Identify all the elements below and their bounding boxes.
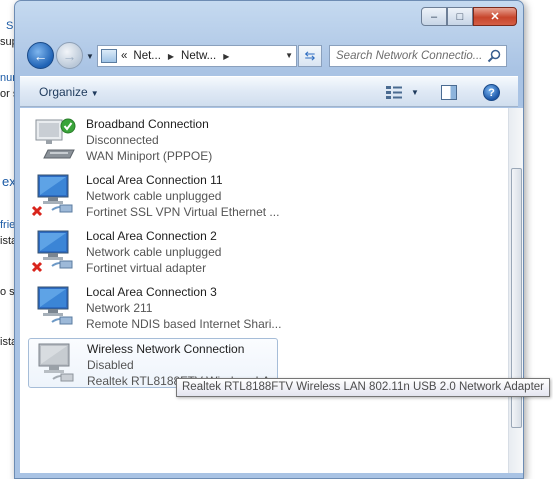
breadcrumb-network[interactable]: Net...	[133, 50, 160, 62]
network-adapter-icon	[37, 286, 73, 325]
connection-item-local-area-3[interactable]: Local Area Connection 3 Network 211 Remo…	[28, 282, 282, 332]
refresh-button[interactable]: ⇆	[298, 45, 322, 67]
connection-device: Fortinet virtual adapter	[86, 261, 207, 275]
network-adapter-icon	[31, 174, 73, 217]
breadcrumb-separator-icon[interactable]: ▶	[168, 52, 174, 61]
address-prefix[interactable]: «	[121, 50, 127, 62]
recent-pages-dropdown-icon[interactable]: ▼	[86, 52, 94, 61]
network-adapter-icon	[31, 230, 73, 273]
view-options-dropdown-icon[interactable]: ▼	[411, 88, 419, 97]
breadcrumb-separator-icon[interactable]: ▶	[223, 52, 229, 61]
connection-device: Remote NDIS based Internet Shari...	[86, 317, 282, 331]
breadcrumb-network-connections[interactable]: Netw...	[181, 50, 216, 62]
broadband-icon	[35, 118, 76, 159]
connection-item-local-area-2[interactable]: Local Area Connection 2 Network cable un…	[28, 226, 278, 276]
caption-buttons: – □ ✕	[421, 7, 517, 26]
connection-device: WAN Miniport (PPPOE)	[86, 149, 213, 163]
control-panel-icon	[101, 49, 117, 63]
connection-status: Network cable unplugged	[86, 189, 222, 203]
maximize-button[interactable]: □	[447, 7, 473, 26]
connection-status: Network 211	[86, 301, 153, 315]
background-text: frie	[0, 219, 16, 231]
preview-pane-button[interactable]	[441, 85, 457, 100]
search-icon[interactable]	[487, 49, 501, 63]
close-button[interactable]: ✕	[473, 7, 517, 26]
wireless-adapter-icon	[38, 343, 74, 382]
minimize-button[interactable]: –	[421, 7, 447, 26]
search-input[interactable]: Search Network Connectio...	[329, 45, 507, 67]
connection-status: Disconnected	[86, 133, 159, 147]
forward-button[interactable]: →	[56, 42, 83, 69]
device-tooltip: Realtek RTL8188FTV Wireless LAN 802.11n …	[176, 378, 550, 397]
connections-list: Broadband Connection Disconnected WAN Mi…	[20, 108, 508, 473]
back-button[interactable]: ←	[27, 42, 54, 69]
vertical-scrollbar[interactable]	[508, 108, 523, 473]
address-bar[interactable]: « Net... ▶ Netw... ▶ ▼	[97, 45, 297, 67]
connection-status: Disabled	[87, 358, 134, 372]
connection-name: Broadband Connection	[86, 117, 209, 131]
search-placeholder: Search Network Connectio...	[336, 50, 483, 62]
connection-name: Local Area Connection 2	[86, 229, 217, 243]
connection-name: Wireless Network Connection	[87, 342, 245, 356]
change-view-icon[interactable]	[386, 85, 402, 99]
connection-name: Local Area Connection 11	[86, 173, 223, 187]
chevron-down-icon: ▼	[90, 89, 99, 98]
organize-label: Organize	[39, 85, 88, 99]
organize-button[interactable]: Organize ▼	[39, 85, 99, 99]
network-connections-window: – □ ✕ ← → ▼ « Net... ▶ Netw... ▶ ▼ ⇆ Sea…	[14, 0, 524, 479]
connection-name: Local Area Connection 3	[86, 285, 217, 299]
refresh-icon: ⇆	[304, 48, 316, 63]
connection-item-broadband[interactable]: Broadband Connection Disconnected WAN Mi…	[28, 114, 278, 164]
connection-item-local-area-11[interactable]: Local Area Connection 11 Network cable u…	[28, 170, 280, 220]
help-button[interactable]: ?	[483, 84, 500, 101]
address-dropdown-icon[interactable]: ▼	[285, 51, 293, 60]
command-bar: Organize ▼ ▼ ?	[20, 76, 518, 107]
connection-device: Fortinet SSL VPN Virtual Ethernet ...	[86, 205, 280, 219]
connection-status: Network cable unplugged	[86, 245, 222, 259]
